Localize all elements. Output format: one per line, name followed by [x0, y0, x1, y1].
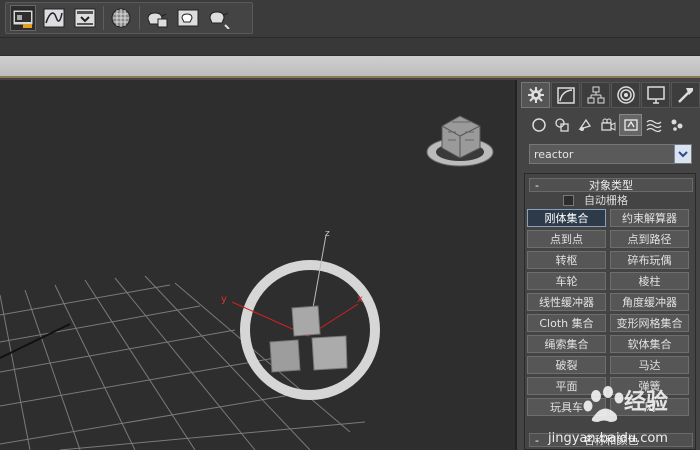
- main-toolbar: [0, 0, 700, 38]
- object-type-button[interactable]: 风: [610, 398, 689, 416]
- toolbar-strip: [0, 38, 700, 56]
- object-type-button[interactable]: 棱柱: [610, 272, 689, 290]
- object-type-button[interactable]: 角度缓冲器: [610, 293, 689, 311]
- tab-create[interactable]: [521, 82, 550, 108]
- x-axis-label: x: [357, 294, 363, 305]
- rendered-frame-window-button[interactable]: [72, 5, 98, 31]
- object-type-button[interactable]: Cloth 集合: [527, 314, 606, 332]
- home-grid: [0, 275, 366, 450]
- object-type-button[interactable]: 点到路径: [610, 230, 689, 248]
- rendered-frame-window-icon: [74, 8, 96, 28]
- viewcube-widget[interactable]: [426, 115, 494, 167]
- object-type-buttons: 刚体集合 约束解算器 点到点 点到路径 转枢 碎布玩偶 车轮 棱柱 线性缓冲器 角度缓冲器 Clot…: [527, 209, 693, 416]
- tab-systems[interactable]: [665, 114, 688, 136]
- tab-hierarchy[interactable]: [581, 82, 610, 108]
- utilities-tab-icon: [677, 88, 693, 103]
- hierarchy-tab-icon: [587, 86, 604, 104]
- tab-display[interactable]: [641, 82, 670, 108]
- render-activeshade-button[interactable]: [206, 5, 232, 31]
- perspective-viewport[interactable]: z y x: [0, 80, 515, 450]
- y-axis-label: y: [221, 294, 227, 305]
- rollout-title: 对象类型: [589, 179, 633, 192]
- autogrid-checkbox[interactable]: [563, 194, 574, 206]
- display-tab-icon: [646, 86, 665, 104]
- object-type-button[interactable]: 线性缓冲器: [527, 293, 606, 311]
- autogrid-label: 自动栅格: [584, 194, 628, 207]
- collapse-toggle[interactable]: -: [530, 434, 544, 447]
- object-type-button[interactable]: 马达: [610, 356, 689, 374]
- viewport-label-bar: [0, 56, 700, 78]
- cameras-icon: [600, 118, 615, 131]
- object-type-button[interactable]: 软体集合: [610, 335, 689, 353]
- tab-motion[interactable]: [611, 82, 640, 108]
- toolbar-separator: [103, 6, 104, 30]
- command-panel-tabs: [521, 82, 700, 108]
- curve-editor-icon: [43, 8, 65, 28]
- chevron-down-icon[interactable]: [674, 145, 691, 163]
- render-iterative-button[interactable]: [175, 5, 201, 31]
- object-type-button[interactable]: 刚体集合: [527, 209, 606, 227]
- viewport-scene: z y x: [0, 115, 494, 450]
- tab-shapes[interactable]: [550, 114, 573, 136]
- tab-lights[interactable]: [573, 114, 596, 136]
- object-type-button[interactable]: 平面: [527, 377, 606, 395]
- object-type-button[interactable]: 弹簧: [610, 377, 689, 395]
- object-type-button[interactable]: 碎布玩偶: [610, 251, 689, 269]
- rollout-title: 名称和颜色: [583, 434, 639, 447]
- tab-utilities[interactable]: [671, 82, 700, 108]
- render-setup-icon: [12, 9, 34, 28]
- object-type-button[interactable]: 转枢: [527, 251, 606, 269]
- tab-helpers[interactable]: [619, 114, 642, 136]
- rollout-container: - 对象类型 自动栅格 刚体集合 约束解算器 点到点 点到路径 转枢 碎布玩偶 车轮 棱柱 线性…: [524, 173, 696, 450]
- grid-center-line: [0, 323, 71, 359]
- create-category-tabs: [527, 114, 688, 138]
- render-setup-button[interactable]: [10, 5, 36, 31]
- modify-tab-icon: [556, 87, 575, 104]
- rendering-toolbar-group: [5, 2, 253, 34]
- render-activeshade-icon: [209, 11, 230, 29]
- systems-icon: [671, 119, 682, 131]
- create-tab-icon: [527, 87, 544, 103]
- curve-editor-button[interactable]: [41, 5, 67, 31]
- object-type-rollout-header[interactable]: - 对象类型: [529, 178, 693, 192]
- material-editor-button[interactable]: [108, 5, 134, 31]
- app-window: z y x reactor - 对象类型 自动栅格 刚体集合 约束解算器 点到点…: [0, 0, 700, 450]
- material-editor-icon: [111, 8, 131, 28]
- command-panel: reactor - 对象类型 自动栅格 刚体集合 约束解算器 点到点 点到路径 转枢 碎布…: [515, 80, 700, 450]
- rigid-body-boxes[interactable]: [269, 305, 348, 373]
- name-color-rollout-header[interactable]: - 名称和颜色: [529, 433, 693, 447]
- object-type-button[interactable]: 变形网格集合: [610, 314, 689, 332]
- category-dropdown[interactable]: reactor: [529, 144, 692, 164]
- tab-space-warps[interactable]: [642, 114, 665, 136]
- toolbar-separator: [139, 6, 140, 30]
- category-dropdown-value: reactor: [534, 147, 574, 161]
- object-type-button[interactable]: 破裂: [527, 356, 606, 374]
- tab-geometry[interactable]: [527, 114, 550, 136]
- render-production-icon: [147, 12, 168, 28]
- motion-tab-icon: [616, 86, 635, 104]
- render-production-button[interactable]: [144, 5, 170, 31]
- tab-modify[interactable]: [551, 82, 580, 108]
- collapse-toggle[interactable]: -: [530, 179, 544, 192]
- z-axis-label: z: [325, 229, 330, 239]
- autogrid-option[interactable]: 自动栅格: [563, 192, 628, 208]
- object-type-button[interactable]: 车轮: [527, 272, 606, 290]
- space-warps-icon: [646, 119, 661, 133]
- object-type-button[interactable]: 玩具车: [527, 398, 606, 416]
- geometry-icon: [531, 118, 546, 132]
- object-type-button[interactable]: 绳索集合: [527, 335, 606, 353]
- tab-cameras[interactable]: [596, 114, 619, 136]
- object-type-button[interactable]: 约束解算器: [610, 209, 689, 227]
- object-type-button[interactable]: 点到点: [527, 230, 606, 248]
- render-iterative-icon: [177, 9, 199, 27]
- helpers-icon: [623, 119, 638, 131]
- lights-icon: [577, 118, 591, 131]
- shapes-icon: [554, 118, 569, 132]
